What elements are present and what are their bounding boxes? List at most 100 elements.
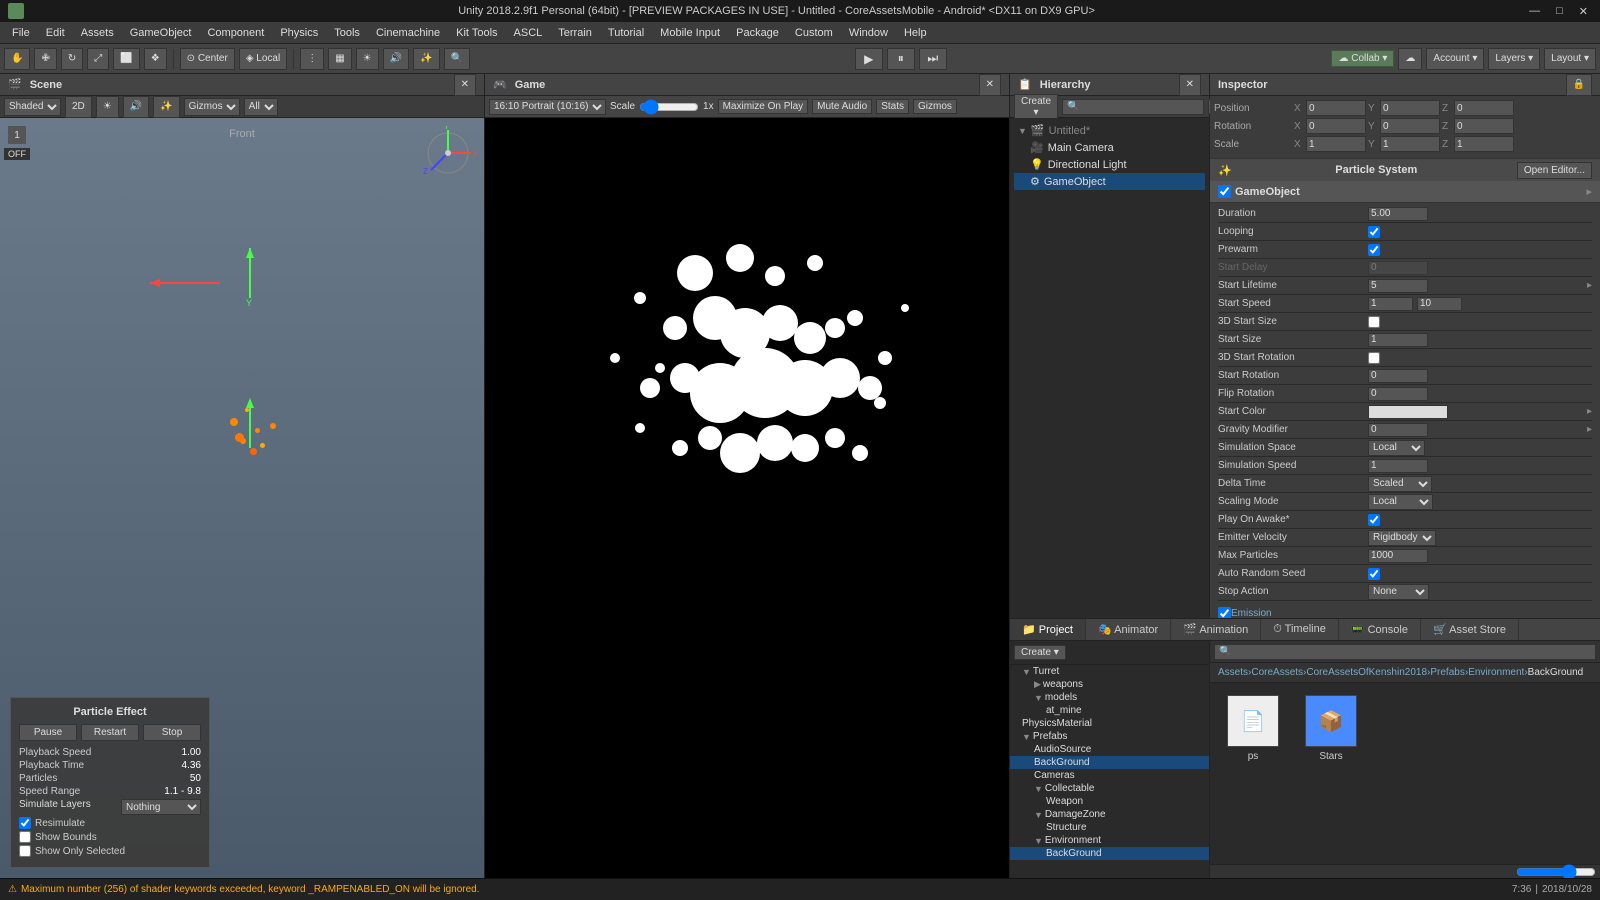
play-button[interactable]: ▶ — [855, 48, 883, 70]
menu-ascl[interactable]: ASCL — [506, 25, 551, 41]
simulate-layers-select[interactable]: Nothing — [121, 799, 201, 815]
delta-time-select[interactable]: ScaledUnscaled — [1368, 476, 1432, 492]
start-lifetime-input[interactable] — [1368, 279, 1428, 293]
prewarm-checkbox[interactable] — [1368, 244, 1380, 256]
scaling-mode-select[interactable]: LocalHierarchyShape — [1368, 494, 1433, 510]
minimize-btn[interactable]: — — [1525, 5, 1544, 18]
breadcrumb-environment[interactable]: Environment — [1468, 667, 1524, 678]
tree-weapons[interactable]: ▶ weapons — [1010, 678, 1209, 691]
breadcrumb-coreassets[interactable]: CoreAssets — [1251, 667, 1303, 678]
emission-label[interactable]: Emission — [1231, 608, 1272, 618]
gravity-modifier-arrow[interactable]: ▸ — [1587, 424, 1592, 435]
tree-turret[interactable]: ▼ Turret — [1010, 665, 1209, 678]
scene-fx-btn[interactable]: ✨ — [153, 96, 179, 118]
collab-button[interactable]: ☁ Collab ▾ — [1331, 50, 1394, 67]
game-viewport[interactable] — [485, 118, 1009, 878]
stop-action-select[interactable]: NoneDisableDestroyCallback — [1368, 584, 1429, 600]
hierarchy-scene-item[interactable]: ▼ 🎬 Untitled* — [1014, 122, 1205, 139]
resolution-select[interactable]: 16:10 Portrait (10:16) — [489, 99, 606, 115]
go-active-checkbox[interactable] — [1218, 185, 1231, 198]
step-button[interactable]: ⏭ — [919, 48, 947, 70]
account-button[interactable]: Account ▾ — [1426, 48, 1484, 70]
menu-cinemachine[interactable]: Cinemachine — [368, 25, 448, 41]
project-search-input[interactable] — [1214, 644, 1596, 660]
start-size-input[interactable] — [1368, 333, 1428, 347]
position-y-input[interactable] — [1380, 100, 1440, 116]
play-on-awake-checkbox[interactable] — [1368, 514, 1380, 526]
tree-at-mine[interactable]: at_mine — [1010, 704, 1209, 717]
scale-x-input[interactable] — [1306, 136, 1366, 152]
tree-models[interactable]: ▼ models — [1010, 691, 1209, 704]
start-lifetime-arrow[interactable]: ▸ — [1587, 280, 1592, 291]
breadcrumb-prefabs[interactable]: Prefabs — [1430, 667, 1464, 678]
emission-checkbox[interactable] — [1218, 607, 1231, 618]
pause-button[interactable]: ⏸ — [887, 48, 915, 70]
tree-background-prefab[interactable]: BackGround — [1010, 756, 1209, 769]
scale-y-input[interactable] — [1380, 136, 1440, 152]
particle-stop-btn[interactable]: Stop — [143, 724, 201, 741]
tree-environment[interactable]: ▼ Environment — [1010, 834, 1209, 847]
scale-tool[interactable]: ⤢ — [87, 48, 109, 70]
2d-btn[interactable]: 2D — [65, 96, 92, 118]
auto-random-seed-checkbox[interactable] — [1368, 568, 1380, 580]
emitter-velocity-select[interactable]: RigidbodyTransform — [1368, 530, 1436, 546]
simulation-space-select[interactable]: LocalWorldCustom — [1368, 440, 1425, 456]
effect-tool[interactable]: ✨ — [413, 48, 439, 70]
gravity-modifier-input[interactable] — [1368, 423, 1428, 437]
gizmos-select[interactable]: Gizmos — [184, 98, 240, 116]
flip-rotation-input[interactable] — [1368, 387, 1428, 401]
stats-btn[interactable]: Stats — [876, 99, 909, 114]
show-only-selected-checkbox[interactable] — [19, 845, 31, 857]
cloud-button[interactable]: ☁ — [1398, 48, 1422, 70]
menu-terrain[interactable]: Terrain — [550, 25, 600, 41]
project-item-ps[interactable]: 📄 ps — [1218, 691, 1288, 766]
hierarchy-directional-light[interactable]: 💡 Directional Light — [1014, 156, 1205, 173]
tree-background-env[interactable]: BackGround — [1010, 847, 1209, 860]
menu-tutorial[interactable]: Tutorial — [600, 25, 652, 41]
tab-console[interactable]: 📟 Console — [1339, 619, 1421, 640]
open-editor-btn[interactable]: Open Editor... — [1517, 162, 1592, 179]
hierarchy-gameobject[interactable]: ⚙ GameObject — [1014, 173, 1205, 190]
scene-close[interactable]: ✕ — [454, 74, 476, 96]
light-tool[interactable]: ☀ — [356, 48, 379, 70]
tree-audiosource[interactable]: AudioSource — [1010, 743, 1209, 756]
duration-input[interactable] — [1368, 207, 1428, 221]
layers-button[interactable]: Layers ▾ — [1488, 48, 1540, 70]
close-btn[interactable]: ✕ — [1575, 5, 1592, 18]
search-tool[interactable]: 🔍 — [444, 48, 470, 70]
tree-prefabs[interactable]: ▼ Prefabs — [1010, 730, 1209, 743]
menu-edit[interactable]: Edit — [38, 25, 73, 41]
maximize-btn[interactable]: □ — [1552, 5, 1567, 18]
start-rotation-input[interactable] — [1368, 369, 1428, 383]
tree-cameras[interactable]: Cameras — [1010, 769, 1209, 782]
hierarchy-close[interactable]: ✕ — [1179, 74, 1201, 96]
local-btn[interactable]: ◈ Local — [239, 48, 287, 70]
scene-light-btn[interactable]: ☀ — [96, 96, 119, 118]
3d-start-rotation-checkbox[interactable] — [1368, 352, 1380, 364]
tree-weapon[interactable]: Weapon — [1010, 795, 1209, 808]
project-zoom-slider[interactable] — [1516, 864, 1596, 879]
scene-viewport[interactable]: X Y Z Front 1 OFF — [0, 118, 484, 878]
menu-gameobject[interactable]: GameObject — [122, 25, 200, 41]
menu-mobileinput[interactable]: Mobile Input — [652, 25, 728, 41]
game-close[interactable]: ✕ — [979, 74, 1001, 96]
tab-animator[interactable]: 🎭 Animator — [1086, 619, 1171, 640]
tab-animation[interactable]: 🎬 Animation — [1171, 619, 1261, 640]
all-select[interactable]: All — [244, 98, 278, 116]
tree-collectable[interactable]: ▼ Collectable — [1010, 782, 1209, 795]
shading-select[interactable]: Shaded — [4, 98, 61, 116]
menu-help[interactable]: Help — [896, 25, 935, 41]
tree-structure[interactable]: Structure — [1010, 821, 1209, 834]
rect-tool[interactable]: ⬜ — [113, 48, 139, 70]
layout-button[interactable]: Layout ▾ — [1544, 48, 1596, 70]
max-particles-input[interactable] — [1368, 549, 1428, 563]
project-create-btn[interactable]: Create ▾ — [1014, 645, 1066, 660]
start-speed-max-input[interactable] — [1417, 297, 1462, 311]
position-z-input[interactable] — [1454, 100, 1514, 116]
menu-kittools[interactable]: Kit Tools — [448, 25, 505, 41]
resimulate-checkbox[interactable] — [19, 817, 31, 829]
center-btn[interactable]: ⊙ Center — [180, 48, 235, 70]
tab-timeline[interactable]: ⏱ Timeline — [1261, 619, 1339, 640]
3d-start-size-checkbox[interactable] — [1368, 316, 1380, 328]
menu-package[interactable]: Package — [728, 25, 787, 41]
